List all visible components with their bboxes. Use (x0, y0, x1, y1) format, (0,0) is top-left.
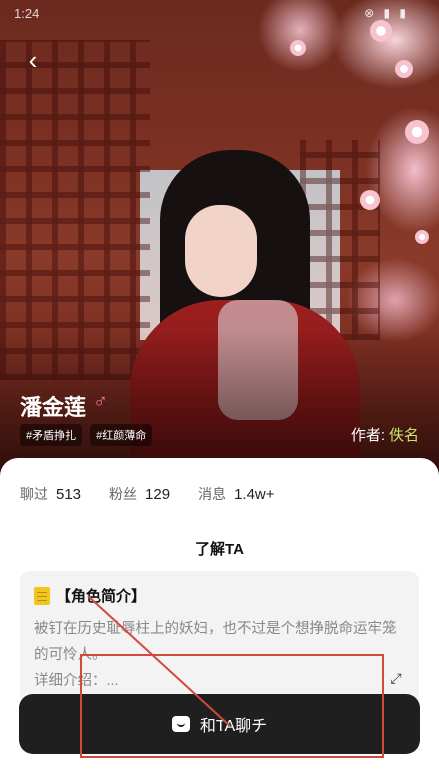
annotation-box (80, 654, 384, 758)
